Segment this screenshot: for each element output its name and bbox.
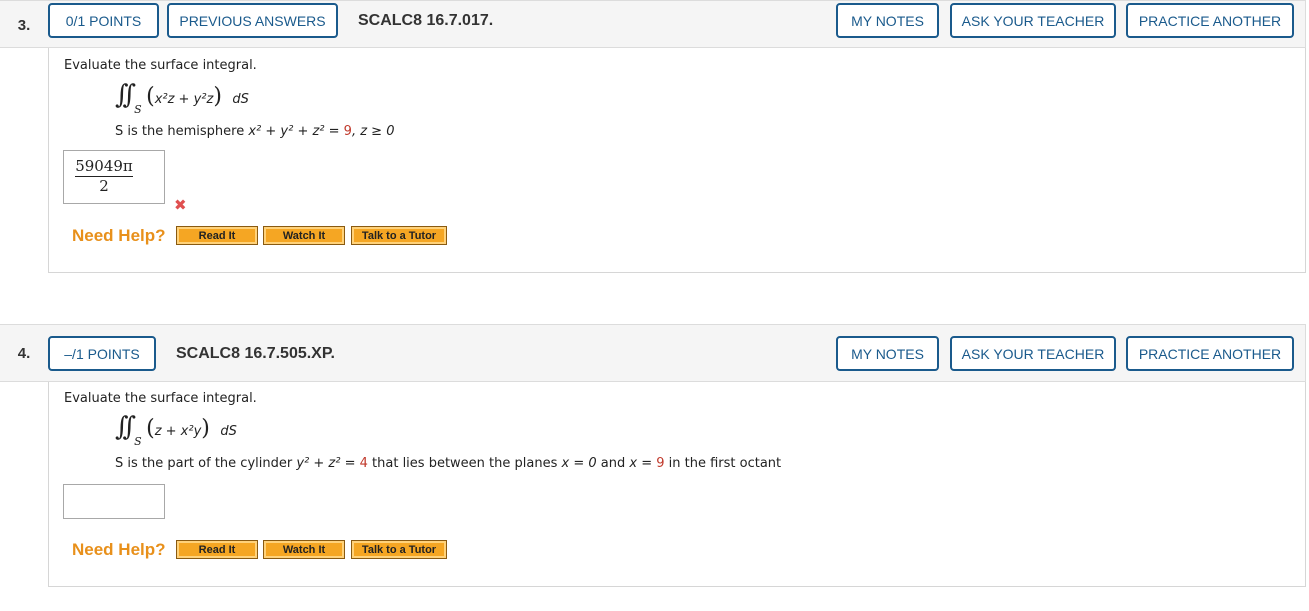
double-integral-symbol: ∫∫	[115, 80, 136, 110]
read-it-button[interactable]: Read It	[176, 226, 258, 245]
condition-value: 4	[359, 456, 368, 471]
ask-your-teacher-button[interactable]: ASK YOUR TEACHER	[950, 3, 1116, 38]
condition-equation: x² + y² + z² =	[248, 124, 340, 139]
plane-2-prefix: x =	[629, 456, 653, 471]
incorrect-x-icon: ✖	[174, 196, 187, 214]
answer-numerator: 59049π	[75, 157, 133, 177]
previous-answers-button[interactable]: PREVIOUS ANSWERS	[167, 3, 338, 38]
talk-to-tutor-button[interactable]: Talk to a Tutor	[351, 540, 447, 559]
read-it-button[interactable]: Read It	[176, 540, 258, 559]
differential: dS	[220, 424, 237, 439]
and-label: and	[600, 456, 626, 471]
surface-condition: S is the hemisphere x² + y² + z² = 9, z …	[115, 124, 394, 139]
condition-value: 9	[343, 124, 352, 139]
points-button[interactable]: –/1 POINTS	[48, 336, 156, 371]
plane-1: x = 0	[561, 456, 597, 471]
differential: dS	[232, 92, 249, 107]
problem-code: SCALC8 16.7.017.	[358, 12, 494, 29]
ask-your-teacher-button[interactable]: ASK YOUR TEACHER	[950, 336, 1116, 371]
my-notes-button[interactable]: MY NOTES	[836, 3, 939, 38]
surface-condition: S is the part of the cylinder y² + z² = …	[115, 456, 781, 471]
need-help-label: Need Help?	[72, 226, 166, 245]
watch-it-button[interactable]: Watch It	[263, 226, 345, 245]
surface-integral: ∫∫ S (x²z + y²z) dS	[115, 80, 249, 116]
question-header: 3. 0/1 POINTS PREVIOUS ANSWERS SCALC8 16…	[0, 0, 1306, 48]
question-number: 3.	[17, 16, 31, 34]
condition-prefix: S is the part of the cylinder	[115, 456, 293, 471]
answer-field[interactable]	[63, 484, 165, 519]
problem-code: SCALC8 16.7.505.XP.	[176, 345, 335, 362]
question-number: 4.	[17, 344, 31, 362]
condition-equation: y² + z² =	[296, 456, 356, 471]
integrand: z + x²y	[154, 424, 202, 439]
open-paren: (	[146, 84, 155, 109]
condition-suffix: , z ≥ 0	[351, 124, 395, 139]
condition-middle: that lies between the planes	[372, 456, 558, 471]
question-prompt: Evaluate the surface integral.	[64, 391, 257, 406]
points-button[interactable]: 0/1 POINTS	[48, 3, 159, 38]
condition-prefix: S is the hemisphere	[115, 124, 245, 139]
question-header: 4. –/1 POINTS SCALC8 16.7.505.XP. MY NOT…	[0, 324, 1306, 382]
practice-another-button[interactable]: PRACTICE ANOTHER	[1126, 3, 1294, 38]
question-prompt: Evaluate the surface integral.	[64, 58, 257, 73]
need-help-label: Need Help?	[72, 540, 166, 559]
integral-surface-subscript: S	[134, 103, 142, 116]
open-paren: (	[146, 416, 155, 441]
double-integral-symbol: ∫∫	[115, 412, 136, 442]
plane-2-value: 9	[656, 456, 665, 471]
integrand: x²z + y²z	[154, 92, 214, 107]
talk-to-tutor-button[interactable]: Talk to a Tutor	[351, 226, 447, 245]
answer-fraction: 59049π 2	[64, 157, 144, 195]
close-paren: )	[201, 416, 210, 441]
answer-denominator: 2	[99, 177, 109, 195]
close-paren: )	[213, 84, 222, 109]
integral-surface-subscript: S	[134, 435, 142, 448]
question-body: Evaluate the surface integral. ∫∫ S (x²z …	[48, 48, 1306, 273]
question-body: Evaluate the surface integral. ∫∫ S (z + …	[48, 382, 1306, 587]
surface-integral: ∫∫ S (z + x²y) dS	[115, 412, 237, 448]
watch-it-button[interactable]: Watch It	[263, 540, 345, 559]
answer-field[interactable]: 59049π 2	[63, 150, 165, 204]
practice-another-button[interactable]: PRACTICE ANOTHER	[1126, 336, 1294, 371]
my-notes-button[interactable]: MY NOTES	[836, 336, 939, 371]
condition-suffix: in the first octant	[668, 456, 782, 471]
